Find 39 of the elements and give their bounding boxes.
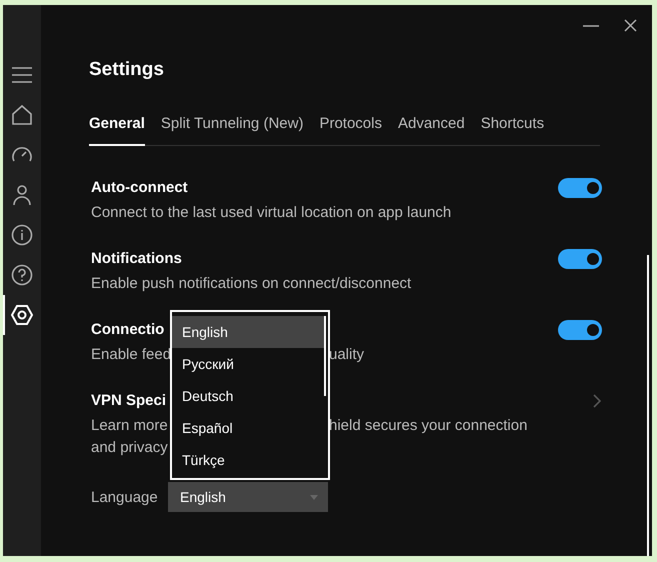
info-icon: [11, 224, 33, 246]
setting-title: VPN Speci: [91, 391, 166, 411]
setting-description: hield secures your connection: [329, 416, 528, 436]
language-label: Language: [91, 488, 159, 506]
setting-description: Learn more: [91, 416, 168, 436]
home-icon: [11, 104, 33, 126]
toggle-switch[interactable]: [558, 249, 602, 269]
scrollbar[interactable]: [324, 316, 326, 396]
help-icon: [11, 264, 33, 286]
setting-title: Connectio: [91, 320, 164, 340]
language-option[interactable]: English: [172, 316, 324, 348]
language-option[interactable]: Español: [172, 412, 324, 444]
setting-description: Connect to the last used virtual location on app launch: [91, 203, 452, 223]
language-option[interactable]: Русский: [172, 348, 324, 380]
close-icon[interactable]: [624, 19, 637, 32]
language-option[interactable]: Deutsch: [172, 380, 324, 412]
tab[interactable]: Advanced: [398, 114, 465, 146]
language-select[interactable]: English: [168, 482, 328, 512]
caret-icon: [310, 494, 318, 500]
scrollbar[interactable]: [647, 255, 649, 556]
menu-icon: [11, 64, 33, 86]
language-option[interactable]: Türkçe: [172, 444, 324, 476]
setting-description: uality: [329, 345, 364, 365]
minimize-icon[interactable]: [583, 25, 599, 27]
setting-description: and privacy: [91, 438, 169, 458]
settings-icon: [11, 304, 33, 326]
setting-description: Enable feed: [91, 345, 168, 365]
toggle-switch[interactable]: [558, 178, 602, 198]
tab[interactable]: Shortcuts: [480, 114, 544, 146]
setting-description: Enable push notifications on connect/disconnect: [91, 274, 412, 294]
person-icon: [11, 184, 33, 206]
chevron-right-icon[interactable]: [593, 394, 601, 408]
tab[interactable]: Split Tunneling (New): [160, 114, 304, 146]
tab[interactable]: General: [89, 114, 145, 146]
setting-title: Notifications: [91, 249, 182, 269]
setting-title: Auto-connect: [91, 178, 188, 198]
tab[interactable]: Protocols: [319, 114, 382, 146]
toggle-switch[interactable]: [558, 320, 602, 340]
page-title: Settings: [89, 58, 165, 82]
